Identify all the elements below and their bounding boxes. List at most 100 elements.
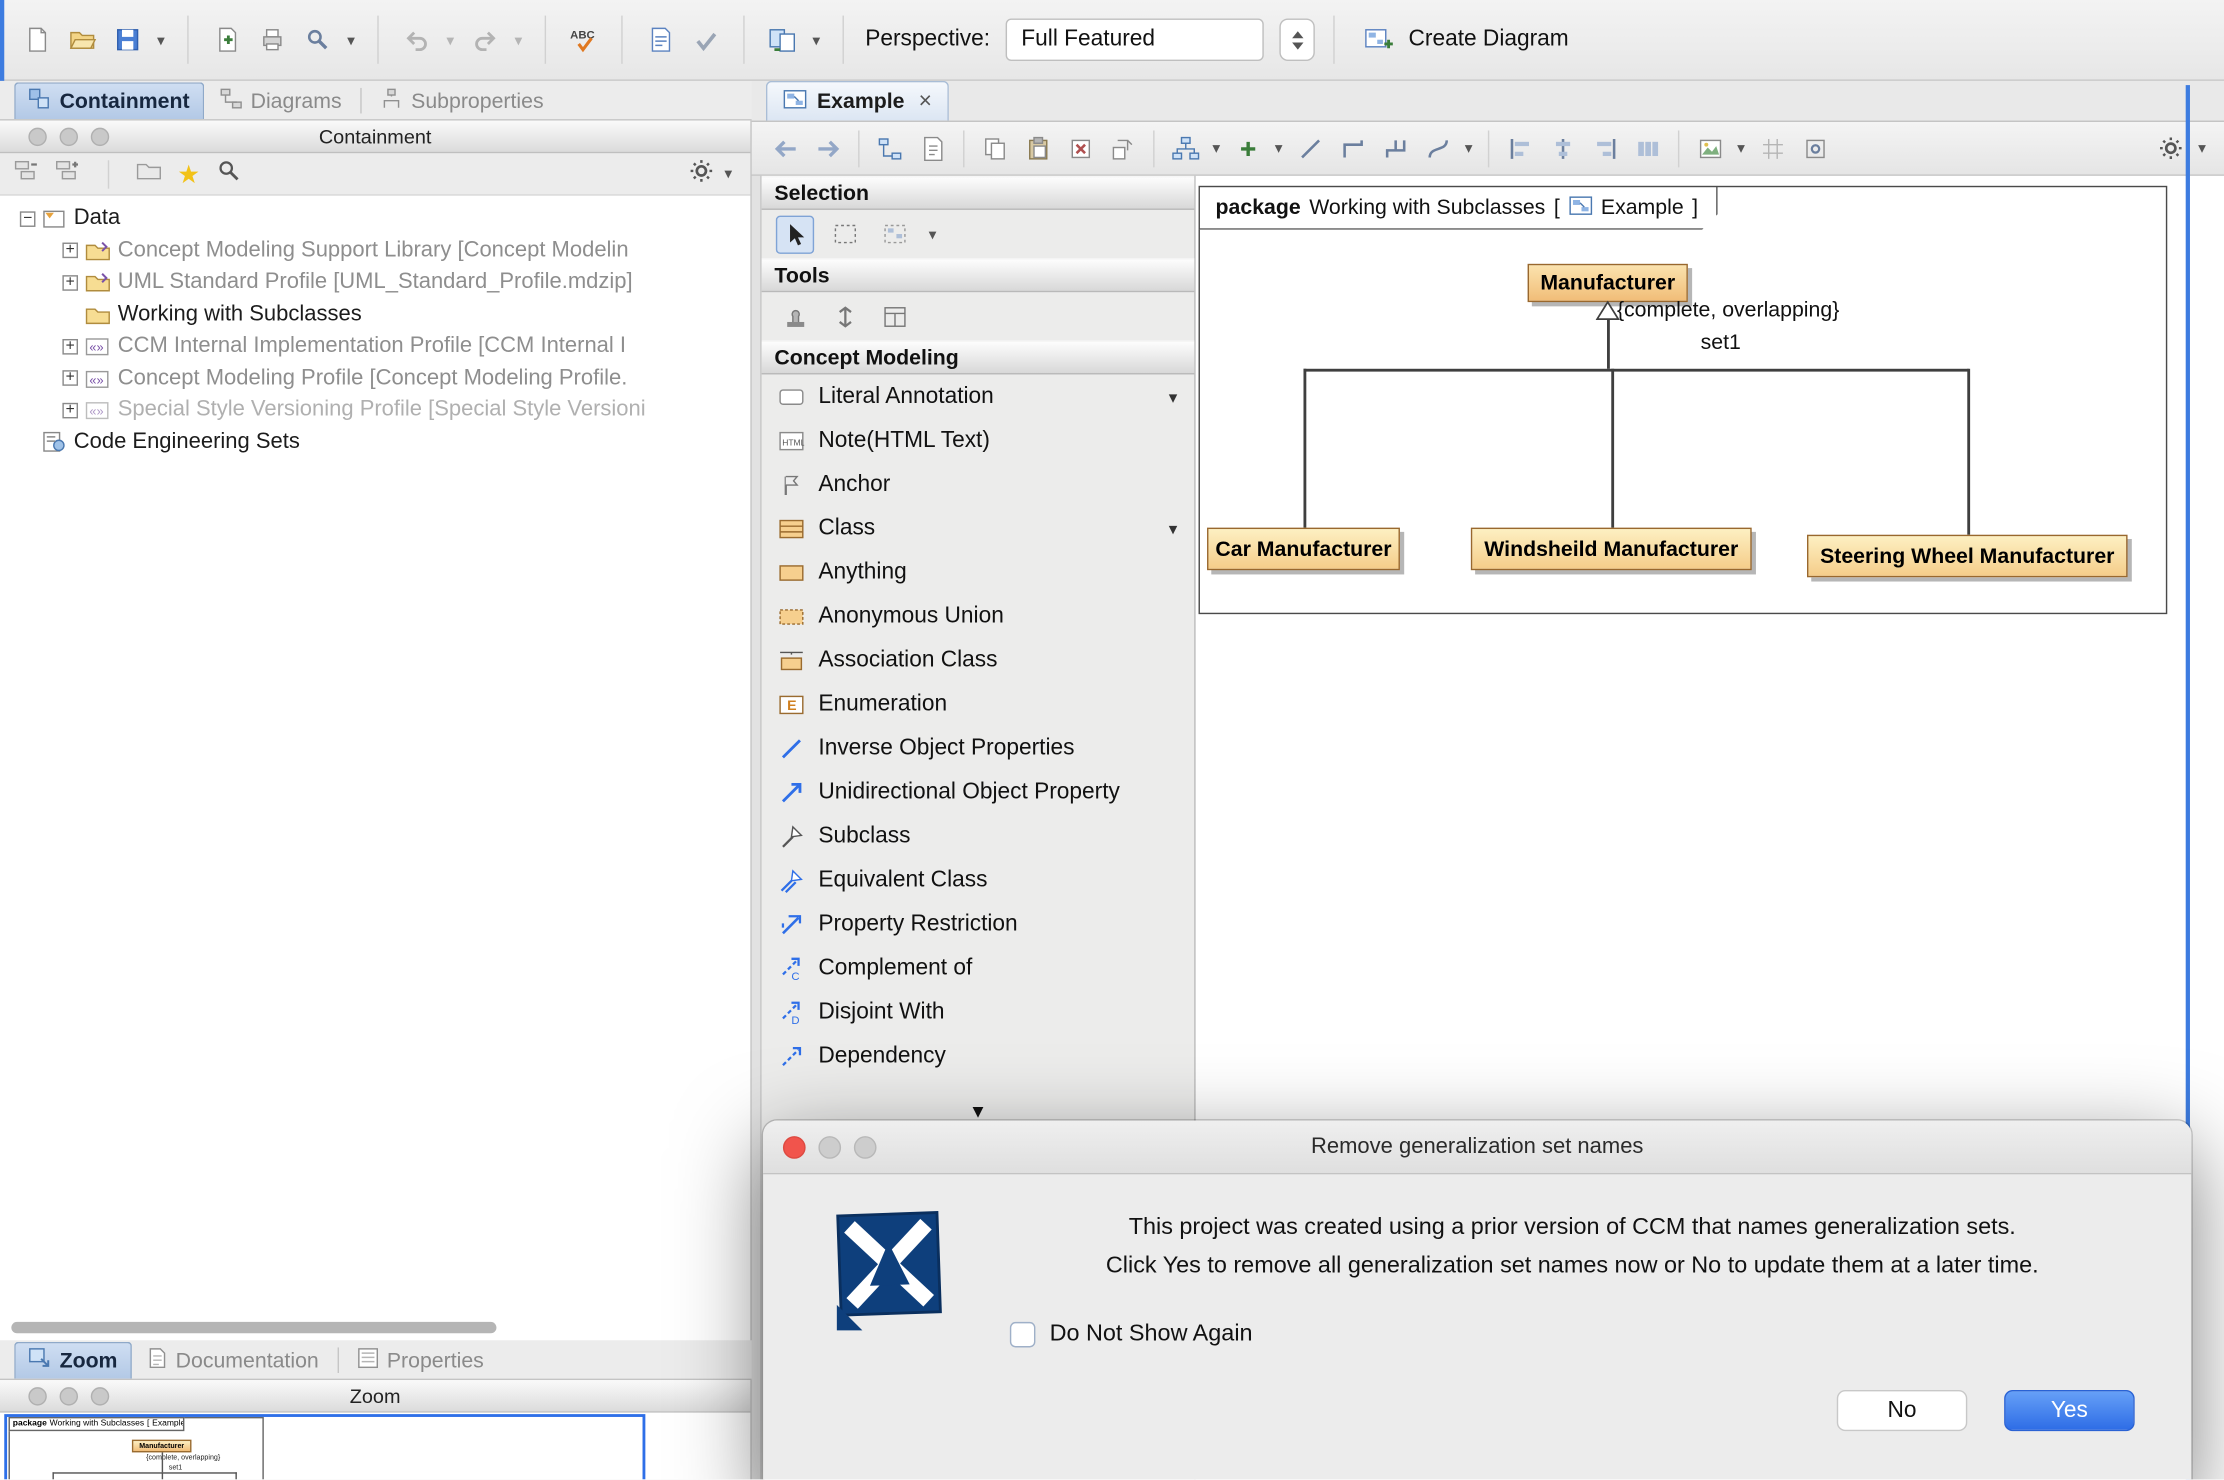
panel-divider[interactable] <box>752 176 762 1479</box>
tab-containment[interactable]: Containment <box>14 82 204 119</box>
forward-icon[interactable] <box>808 129 846 167</box>
containment-tree-icon[interactable] <box>871 129 909 167</box>
palette-item-note-html[interactable]: HTML Note(HTML Text) <box>762 418 1195 462</box>
palette-item-inverse-object-properties[interactable]: Inverse Object Properties <box>762 726 1195 770</box>
palette-item-dependency[interactable]: Dependency <box>762 1034 1195 1078</box>
tree-horizontal-scrollbar[interactable] <box>11 1322 496 1333</box>
copy-icon[interactable] <box>976 129 1014 167</box>
tree-item-special-style-versioning-profile[interactable]: + «» Special Style Versioning Profile [S… <box>0 394 750 426</box>
tree-item-uml-standard-profile[interactable]: + UML Standard Profile [UML_Standard_Pro… <box>0 267 750 299</box>
layout-caret-icon[interactable]: ▾ <box>1208 139 1224 157</box>
palette-item-anything[interactable]: Anything <box>762 550 1195 594</box>
create-diagram-button[interactable]: Create Diagram <box>1359 21 1569 59</box>
tab-subproperties[interactable]: Subproperties <box>367 82 556 119</box>
expand-icon[interactable]: + <box>62 339 78 355</box>
palette-item-anonymous-union[interactable]: Anonymous Union <box>762 594 1195 638</box>
generalization-line[interactable] <box>1611 369 1613 528</box>
panel-close-icon[interactable] <box>28 128 46 146</box>
zoom-viewport-rect[interactable] <box>4 1414 645 1479</box>
tab-zoom[interactable]: Zoom <box>14 1342 131 1379</box>
stepper-up-icon[interactable] <box>1291 30 1302 37</box>
validate-icon[interactable] <box>641 21 679 59</box>
undo-dropdown-caret-icon[interactable]: ▾ <box>443 30 459 48</box>
open-in-new-tree-icon[interactable] <box>136 159 162 189</box>
palette-item-subclass[interactable]: Subclass <box>762 814 1195 858</box>
item-dropdown-caret-icon[interactable]: ▾ <box>1169 518 1178 538</box>
save-as-image-icon[interactable] <box>1691 129 1729 167</box>
panel-minimize-icon[interactable] <box>60 128 78 146</box>
tab-properties[interactable]: Properties <box>344 1342 496 1379</box>
clone-icon[interactable] <box>1103 129 1141 167</box>
share-dropdown-caret-icon[interactable]: ▾ <box>808 30 824 48</box>
class-steering-wheel-manufacturer[interactable]: Steering Wheel Manufacturer <box>1807 535 2128 578</box>
expand-icon[interactable]: + <box>62 402 78 418</box>
yes-button[interactable]: Yes <box>2004 1390 2134 1431</box>
new-project-icon[interactable] <box>17 21 55 59</box>
panel-settings-gear-icon[interactable] <box>688 157 715 191</box>
swimlane-tool-icon[interactable] <box>875 297 913 335</box>
generalization-line[interactable] <box>1303 369 1305 528</box>
class-windsheild-manufacturer[interactable]: Windsheild Manufacturer <box>1471 528 1752 571</box>
checkbox-icon[interactable] <box>1010 1322 1036 1348</box>
align-right-icon[interactable] <box>1586 129 1624 167</box>
multi-select-tool-icon[interactable] <box>875 215 913 253</box>
tree-item-code-engineering-sets[interactable]: Code Engineering Sets <box>0 426 750 458</box>
spelling-check-icon[interactable]: ABC <box>565 21 603 59</box>
panel-maximize-icon[interactable] <box>91 128 109 146</box>
tree-item-data[interactable]: − Data <box>0 203 750 235</box>
palette-scroll-more-icon[interactable]: ▼ <box>762 1101 1195 1122</box>
selection-caret-icon[interactable]: ▾ <box>925 225 941 243</box>
tree-item-concept-modeling-profile[interactable]: + «» Concept Modeling Profile [Concept M… <box>0 362 750 394</box>
diagram-info-icon[interactable] <box>913 129 951 167</box>
zoom-fit-icon[interactable] <box>1796 129 1834 167</box>
collapse-icon[interactable]: − <box>20 211 36 227</box>
palette-item-anchor[interactable]: Anchor <box>762 462 1195 506</box>
paste-icon[interactable] <box>1018 129 1056 167</box>
marquee-select-tool-icon[interactable] <box>825 215 863 253</box>
dialog-close-icon[interactable] <box>783 1136 806 1159</box>
find-icon[interactable] <box>298 21 336 59</box>
zoom-preview[interactable]: package Working with Subclasses [ Exampl… <box>0 1413 750 1480</box>
close-tab-icon[interactable]: × <box>919 89 932 115</box>
palette-item-class[interactable]: Class ▾ <box>762 506 1195 550</box>
diagram-settings-gear-icon[interactable] <box>2152 129 2190 167</box>
tree-item-concept-modeling-support-library[interactable]: + Concept Modeling Support Library [Conc… <box>0 235 750 267</box>
tab-documentation[interactable]: Documentation <box>135 1342 332 1379</box>
class-manufacturer[interactable]: Manufacturer <box>1528 264 1688 302</box>
no-button[interactable]: No <box>1837 1390 1967 1431</box>
do-not-show-again-checkbox[interactable]: Do Not Show Again <box>1010 1315 2135 1353</box>
expand-icon[interactable]: + <box>62 243 78 259</box>
search-icon[interactable] <box>216 157 242 190</box>
new-document-icon[interactable] <box>207 21 245 59</box>
image-caret-icon[interactable]: ▾ <box>1733 139 1749 157</box>
collapse-all-icon[interactable] <box>14 159 40 189</box>
tree-item-ccm-internal-implementation-profile[interactable]: + «» CCM Internal Implementation Profile… <box>0 330 750 362</box>
tab-diagrams[interactable]: Diagrams <box>207 82 355 119</box>
expand-icon[interactable]: + <box>62 371 78 387</box>
delete-icon[interactable] <box>1061 129 1099 167</box>
generalization-line[interactable] <box>1303 369 1968 371</box>
vertical-tree-tool-icon[interactable] <box>825 297 863 335</box>
grid-icon[interactable] <box>1753 129 1791 167</box>
perspective-select[interactable]: Full Featured <box>1006 18 1264 61</box>
generalization-set-label[interactable]: set1 <box>1701 330 1741 354</box>
share-model-icon[interactable] <box>763 21 801 59</box>
palette-item-property-restriction[interactable]: Property Restriction <box>762 902 1195 946</box>
panel-settings-caret-icon[interactable]: ▾ <box>721 165 737 183</box>
item-dropdown-caret-icon[interactable]: ▾ <box>1169 387 1178 407</box>
tree-item-working-with-subclasses[interactable]: Working with Subclasses <box>0 299 750 331</box>
expand-all-icon[interactable] <box>55 159 81 189</box>
palette-item-equivalent-class[interactable]: Equivalent Class <box>762 858 1195 902</box>
stepper-down-icon[interactable] <box>1291 42 1302 49</box>
generalization-line[interactable] <box>1607 319 1609 369</box>
layout-tree-icon[interactable] <box>1166 129 1204 167</box>
distribute-icon[interactable] <box>1628 129 1666 167</box>
add-element-caret-icon[interactable]: ▾ <box>1271 139 1287 157</box>
panel-close-icon[interactable] <box>28 1387 46 1405</box>
class-car-manufacturer[interactable]: Car Manufacturer <box>1207 528 1400 571</box>
generalization-constraint-label[interactable]: {complete, overlapping} <box>1617 298 1839 322</box>
diagram-settings-caret-icon[interactable]: ▾ <box>2194 139 2210 157</box>
panel-minimize-icon[interactable] <box>60 1387 78 1405</box>
tree-path-icon[interactable] <box>1376 129 1414 167</box>
stamp-tool-icon[interactable] <box>776 297 814 335</box>
